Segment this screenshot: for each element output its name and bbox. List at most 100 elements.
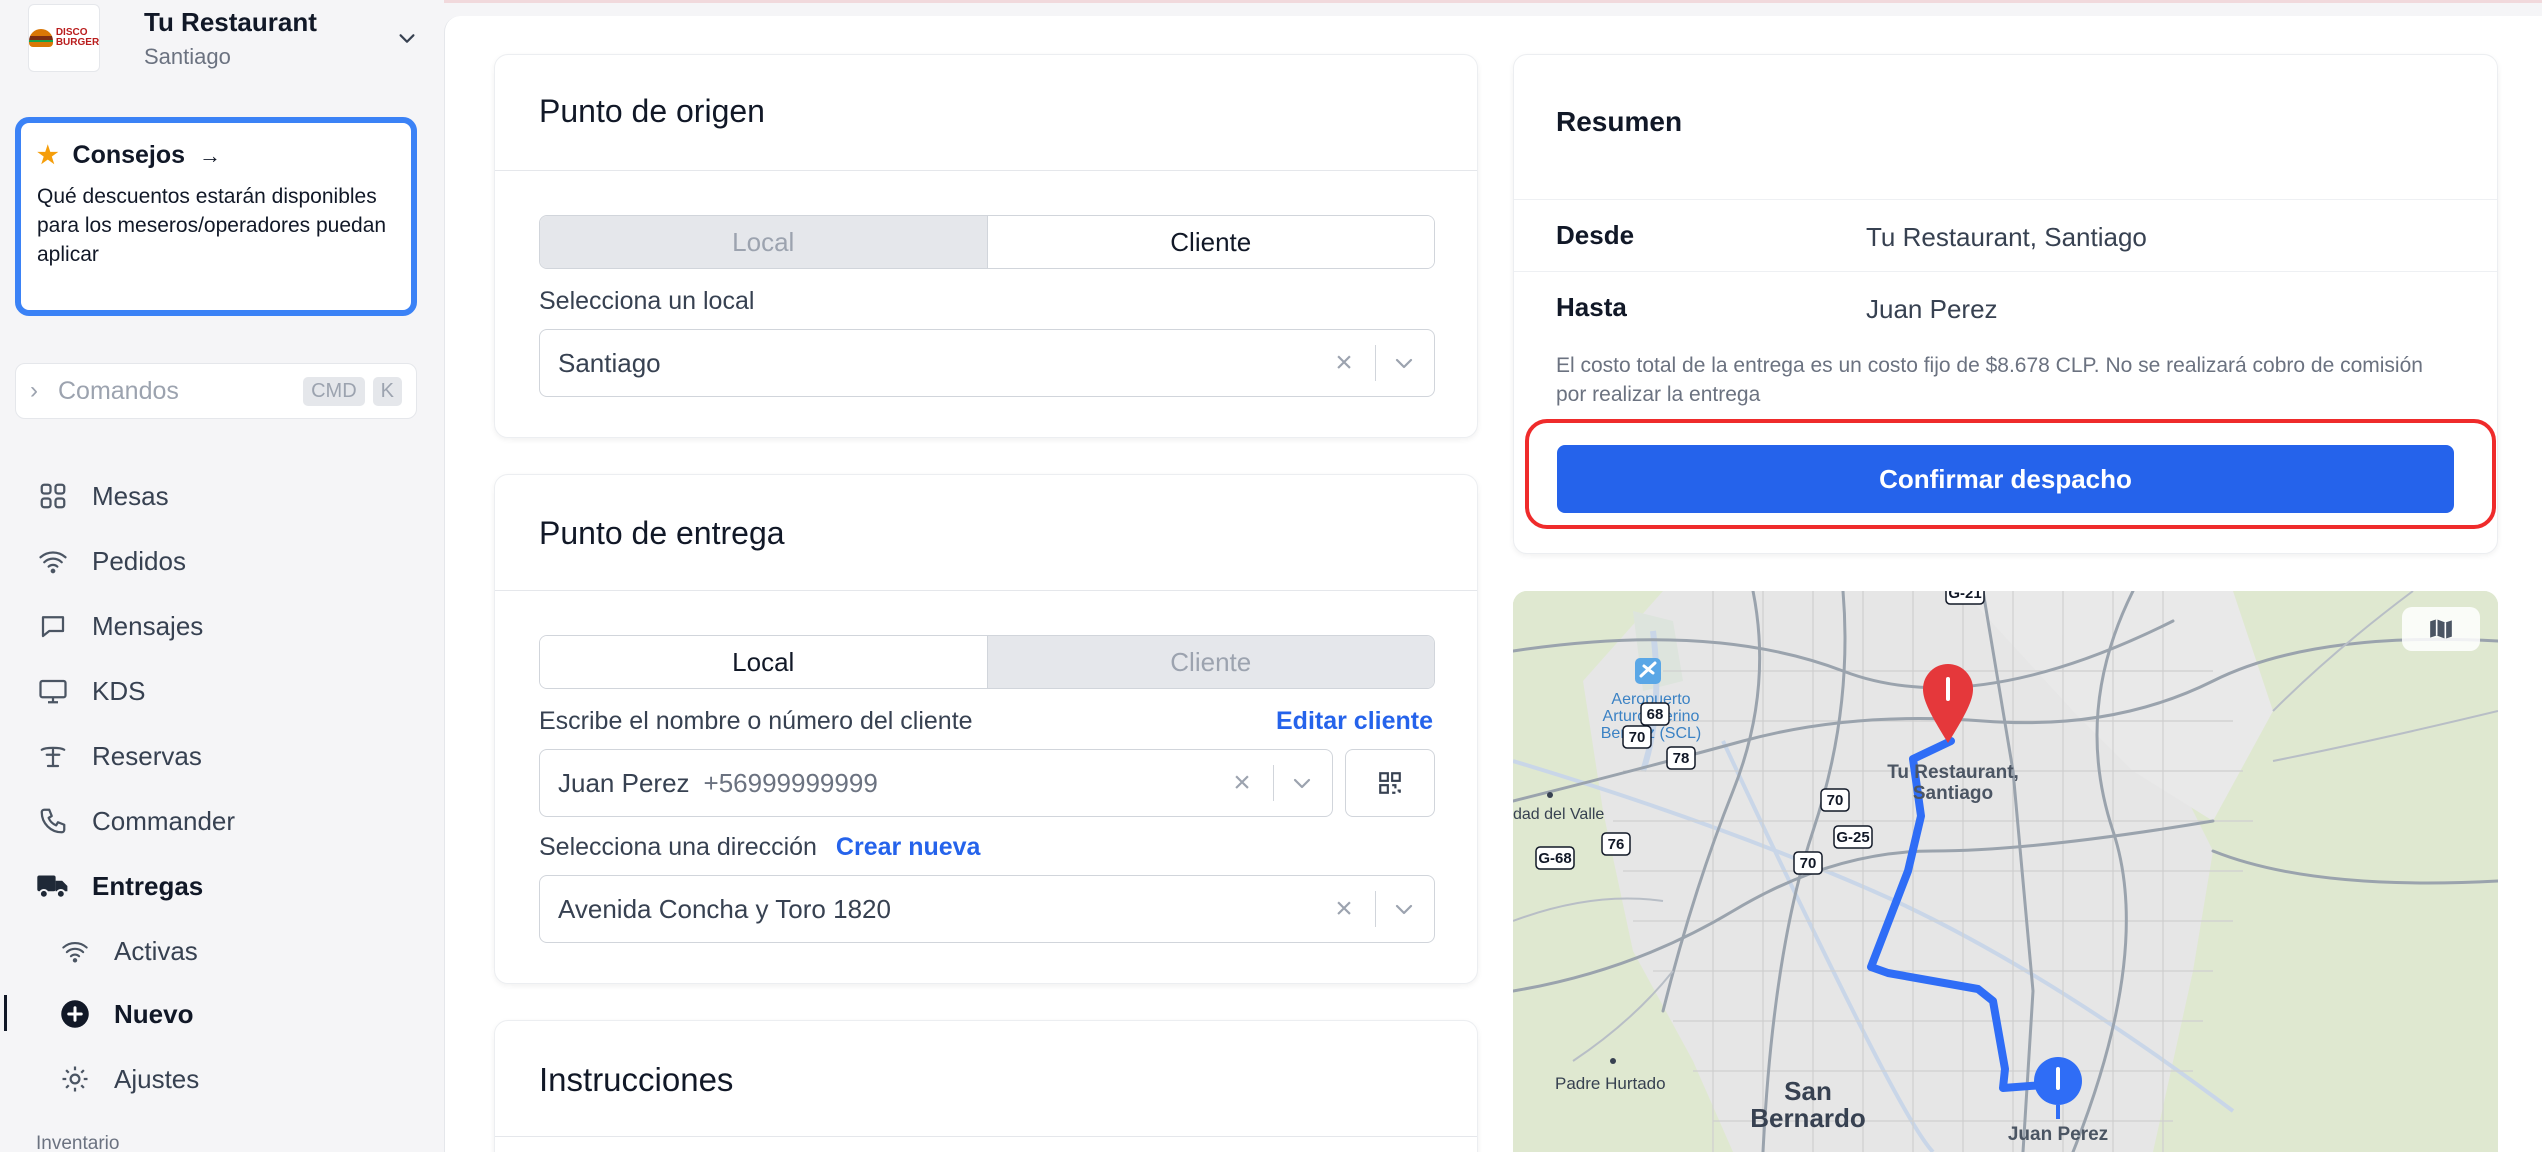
origin-local-select[interactable]: Santiago × [539, 329, 1435, 397]
client-name: Juan Perez [558, 767, 690, 798]
nav-item-mesas[interactable]: Mesas [36, 471, 416, 521]
map-canvas: Aeropuerto Arturo Merino Benítez (SCL) T… [1513, 591, 2498, 1152]
wifi-icon [36, 544, 70, 578]
address-label-text: Selecciona una dirección [539, 833, 817, 861]
map-label-place: dad del Valle [1513, 806, 1604, 823]
logo-text-bottom: BURGER [55, 37, 100, 48]
origin-seg-cliente[interactable]: Cliente [986, 216, 1434, 268]
address-field-label: Selecciona una dirección Crear nueva [539, 833, 980, 862]
map-label-place: Bernardo [1750, 1103, 1866, 1133]
map-label-place: Padre Hurtado [1555, 1074, 1666, 1093]
instructions-title: Instrucciones [539, 1061, 734, 1098]
nav-item-kds[interactable]: KDS [36, 666, 416, 716]
active-indicator [4, 995, 7, 1031]
confirm-dispatch-button[interactable]: Confirmar despacho [1557, 445, 2454, 513]
nav-label-nuevo: Nuevo [114, 998, 194, 1029]
divider [495, 170, 1477, 171]
nav-label-commander: Commander [92, 805, 236, 836]
client-phone: +56999999999 [703, 767, 878, 798]
gear-icon [58, 1062, 92, 1096]
road-shield-label: 70 [1629, 729, 1646, 746]
wifi-icon [58, 934, 92, 968]
chevron-down-icon[interactable] [396, 28, 418, 50]
create-address-link[interactable]: Crear nueva [836, 833, 981, 861]
phone-icon [36, 804, 70, 838]
client-select[interactable]: Juan Perez +56999999999 × [539, 749, 1333, 817]
restaurant-logo: DISCO BURGER [28, 4, 100, 72]
nav-label-kds: KDS [92, 675, 146, 706]
origin-title: Punto de origen [539, 93, 765, 129]
address-select[interactable]: Avenida Concha y Toro 1820 × [539, 875, 1435, 943]
summary-title: Resumen [1556, 106, 1683, 137]
nav-label-entregas: Entregas [92, 870, 204, 901]
truck-icon [36, 869, 70, 903]
reservation-bell-icon [36, 739, 70, 773]
tips-title: Consejos [72, 141, 186, 169]
chat-bubble-icon [36, 609, 70, 643]
map-icon [2430, 619, 2452, 639]
road-shield-label: 78 [1673, 750, 1690, 767]
tips-card[interactable]: ★ Consejos → Qué descuentos estarán disp… [15, 117, 417, 316]
chevron-down-icon[interactable] [1392, 351, 1416, 375]
nav-label-ajustes: Ajustes [114, 1063, 200, 1094]
clear-icon[interactable]: × [1227, 766, 1257, 800]
origin-segmented-control: Local Cliente [539, 215, 1435, 269]
nav-item-nuevo[interactable]: Nuevo [58, 989, 438, 1039]
qr-code-icon [1379, 772, 1401, 794]
airport-marker [1635, 658, 1661, 684]
map-label-origin: Santiago [1913, 783, 1993, 804]
nav-item-reservas[interactable]: Reservas [36, 731, 416, 781]
summary-row-from: Desde Tu Restaurant, Santiago [1514, 199, 2497, 271]
select-separator [1273, 765, 1274, 801]
map-label-origin: Tu Restaurant, [1887, 762, 2019, 783]
qr-scan-button[interactable] [1345, 749, 1435, 817]
nav-item-mensajes[interactable]: Mensajes [36, 601, 416, 651]
map-label-destination: Juan Perez [2008, 1124, 2108, 1145]
nav-label-reservas: Reservas [92, 740, 202, 771]
edit-client-link[interactable]: Editar cliente [1276, 707, 1433, 736]
restaurant-city: Santiago [144, 43, 231, 69]
nav-item-pedidos[interactable]: Pedidos [36, 536, 416, 586]
address-value: Avenida Concha y Toro 1820 [558, 893, 891, 924]
nav-label-pedidos: Pedidos [92, 545, 186, 576]
nav-label-mesas: Mesas [92, 480, 169, 511]
arrow-right-icon: → [199, 142, 222, 168]
select-separator [1375, 891, 1376, 927]
nav-item-ajustes[interactable]: Ajustes [58, 1054, 438, 1104]
route-map[interactable]: Aeropuerto Arturo Merino Benítez (SCL) T… [1513, 591, 2498, 1152]
shortcut-key-k: K [372, 376, 402, 406]
origin-seg-local[interactable]: Local [540, 216, 987, 268]
chevron-down-icon[interactable] [1392, 897, 1416, 921]
summary-from-value: Tu Restaurant, Santiago [1866, 222, 2147, 252]
client-field-label: Escribe el nombre o número del cliente [539, 707, 973, 735]
delivery-card: Punto de entrega Local Cliente Escribe e… [494, 474, 1478, 984]
delivery-segmented-control: Local Cliente [539, 635, 1435, 689]
road-shield-label: G-25 [1836, 829, 1869, 846]
map-type-button[interactable] [2402, 607, 2480, 651]
tips-text: Qué descuentos estarán disponibles para … [37, 185, 387, 266]
section-caption-inventario: Inventario [36, 1133, 120, 1152]
nav-item-entregas[interactable]: Entregas [36, 861, 416, 911]
restaurant-name: Tu Restaurant [144, 6, 317, 37]
shortcut-key-cmd: CMD [303, 376, 365, 406]
summary-from-label: Desde [1556, 220, 1635, 250]
nav-label-mensajes: Mensajes [92, 610, 204, 641]
delivery-title: Punto de entrega [539, 515, 785, 551]
clear-icon[interactable]: × [1329, 892, 1359, 926]
clear-icon[interactable]: × [1329, 346, 1359, 380]
map-label-place: San [1784, 1076, 1832, 1106]
restaurant-switcher[interactable]: DISCO BURGER Tu Restaurant Santiago [28, 4, 418, 72]
plus-circle-icon [58, 997, 92, 1031]
nav-item-commander[interactable]: Commander [36, 796, 416, 846]
delivery-seg-cliente[interactable]: Cliente [986, 636, 1434, 688]
chevron-down-icon[interactable] [1290, 771, 1314, 795]
delivery-seg-local[interactable]: Local [540, 636, 987, 688]
nav-item-activas[interactable]: Activas [58, 926, 438, 976]
instructions-card: Instrucciones [494, 1020, 1478, 1152]
commands-search[interactable]: › Comandos CMD K [15, 363, 417, 419]
grid-icon [36, 479, 70, 513]
road-shield-label: G-21 [1948, 591, 1981, 602]
origin-local-value: Santiago [558, 347, 661, 378]
summary-row-to: Hasta Juan Perez [1514, 271, 2497, 331]
sidebar: DISCO BURGER Tu Restaurant Santiago ★ Co… [0, 0, 444, 1152]
